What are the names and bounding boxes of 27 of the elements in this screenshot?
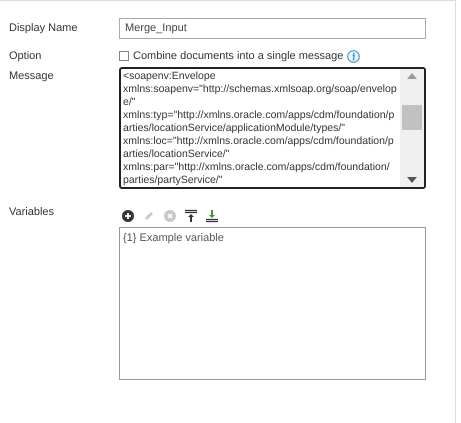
message-text-line: parties/partyService/" [123,174,224,187]
variable-item[interactable]: {1} Example variable [123,230,422,246]
field-label: Option [8,48,42,64]
checkbox-label[interactable]: Combine documents into a single message [133,48,344,64]
message-text-line: arties/locationService/" [123,148,230,161]
message-text-line: xmlns:loc="http://xmlns.oracle.com/apps/cdm/foundation/p [123,135,395,148]
field-label: Message [8,69,55,84]
message-text-line: xmlns:soapenv="http://schemas.xmlsoap.org/soap/envelop [123,83,398,96]
info-icon[interactable] [347,50,360,62]
scrollbar[interactable] [400,69,424,187]
scroll-up-icon[interactable] [407,73,417,79]
message-field[interactable] [119,67,426,189]
checkbox[interactable] [119,51,129,61]
add-icon[interactable] [121,209,135,223]
move-bottom-icon[interactable] [205,209,219,223]
display-name-field[interactable]: Merge_Input [119,18,426,38]
message-text-line: xmlns:typ="http://xmlns.oracle.com/apps/cdm/foundation/p [123,109,396,122]
scroll-down-icon[interactable] [407,177,417,183]
message-text-line: xmlns:par="http://xmlns.oracle.com/apps/cdm/foundation/ [123,161,391,174]
field-label: Display Name [8,20,78,36]
move-top-icon[interactable] [184,209,198,223]
message-text-line: e/" [123,96,136,109]
field-label: Variables [8,205,56,220]
message-text-line: <soapenv:Envelope [123,70,217,83]
variables-list[interactable]: {1} Example variable [119,227,426,380]
message-text-line: arties/locationService/applicationModule/types/" [123,122,346,135]
scrollbar-thumb[interactable] [402,104,422,130]
